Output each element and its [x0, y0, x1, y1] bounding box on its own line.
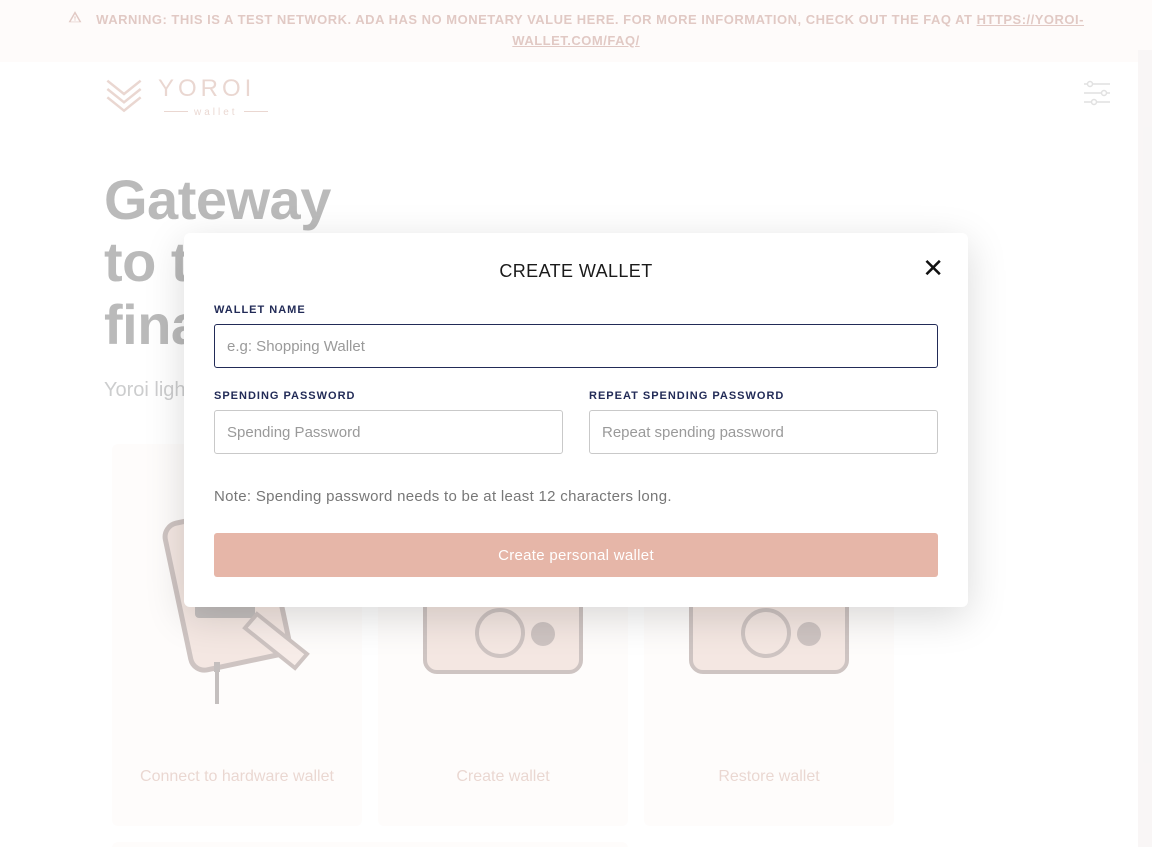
repeat-password-input[interactable]: [589, 410, 938, 454]
close-button[interactable]: ✕: [922, 255, 944, 281]
modal-title: CREATE WALLET: [214, 261, 938, 282]
wallet-name-group: WALLET NAME: [214, 304, 938, 368]
wallet-name-input[interactable]: [214, 324, 938, 368]
create-wallet-modal: CREATE WALLET ✕ WALLET NAME SPENDING PAS…: [184, 233, 968, 607]
close-icon: ✕: [922, 253, 944, 283]
repeat-password-label: REPEAT SPENDING PASSWORD: [589, 390, 938, 402]
spending-password-input[interactable]: [214, 410, 563, 454]
spending-password-group: SPENDING PASSWORD: [214, 390, 563, 454]
password-note: Note: Spending password needs to be at l…: [214, 488, 938, 505]
create-personal-wallet-button[interactable]: Create personal wallet: [214, 533, 938, 577]
wallet-name-label: WALLET NAME: [214, 304, 938, 316]
spending-password-label: SPENDING PASSWORD: [214, 390, 563, 402]
repeat-password-group: REPEAT SPENDING PASSWORD: [589, 390, 938, 454]
